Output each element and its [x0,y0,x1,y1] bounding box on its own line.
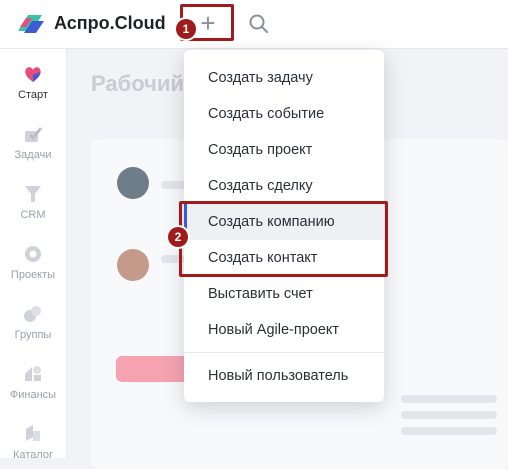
page-title: Рабочий [91,71,184,96]
sidebar-item-finance[interactable]: Финансы [0,363,66,401]
menu-item-new-agile-project[interactable]: Новый Agile-проект [184,312,384,348]
groups-icon [24,306,41,322]
menu-item-create-project[interactable]: Создать проект [184,132,384,168]
sidebar-item-label: Проекты [10,269,56,281]
sidebar-item-tasks[interactable]: Задачи [0,123,66,161]
menu-divider [184,352,384,353]
search-icon[interactable] [248,13,270,35]
sidebar-item-label: Группы [14,329,52,341]
avatar [117,167,149,199]
tasks-icon [25,127,43,142]
menu-item-create-task[interactable]: Создать задачу [184,60,384,96]
sidebar-item-label: Каталог [13,449,53,461]
finance-icon [25,366,41,381]
sidebar-item-catalog[interactable]: Каталог [0,423,66,461]
text-placeholder [401,411,497,419]
aspro-logo[interactable] [16,11,46,37]
sidebar-item-projects[interactable]: Проекты [0,243,66,281]
menu-item-new-user[interactable]: Новый пользователь [184,358,384,394]
step-badge-2: 2 [168,227,188,247]
sidebar-item-label: Задачи [14,149,52,161]
sidebar-item-groups[interactable]: Группы [0,303,66,341]
crm-icon [25,186,41,202]
menu-item-create-invoice[interactable]: Выставить счет [184,276,384,312]
start-icon [25,67,41,82]
brand-name: Аспро.Cloud [54,13,166,33]
sidebar-item-label: Старт [18,89,48,101]
sidebar: Старт Задачи CRM Проекты Группы Финансы … [0,49,67,461]
step-badge-1: 1 [176,19,196,39]
text-placeholder [401,427,497,435]
menu-item-create-deal[interactable]: Создать сделку [184,168,384,204]
sidebar-item-label: CRM [20,209,46,221]
catalog-icon [26,425,40,441]
menu-item-create-event[interactable]: Создать событие [184,96,384,132]
projects-icon [25,246,41,262]
avatar [117,249,149,281]
sidebar-item-start[interactable]: Старт [0,63,66,101]
sidebar-item-label: Финансы [9,389,57,401]
highlight-create-items [179,201,388,277]
top-bar: Аспро.Cloud + [0,0,508,49]
text-placeholder [401,395,497,403]
sidebar-item-crm[interactable]: CRM [0,183,66,221]
